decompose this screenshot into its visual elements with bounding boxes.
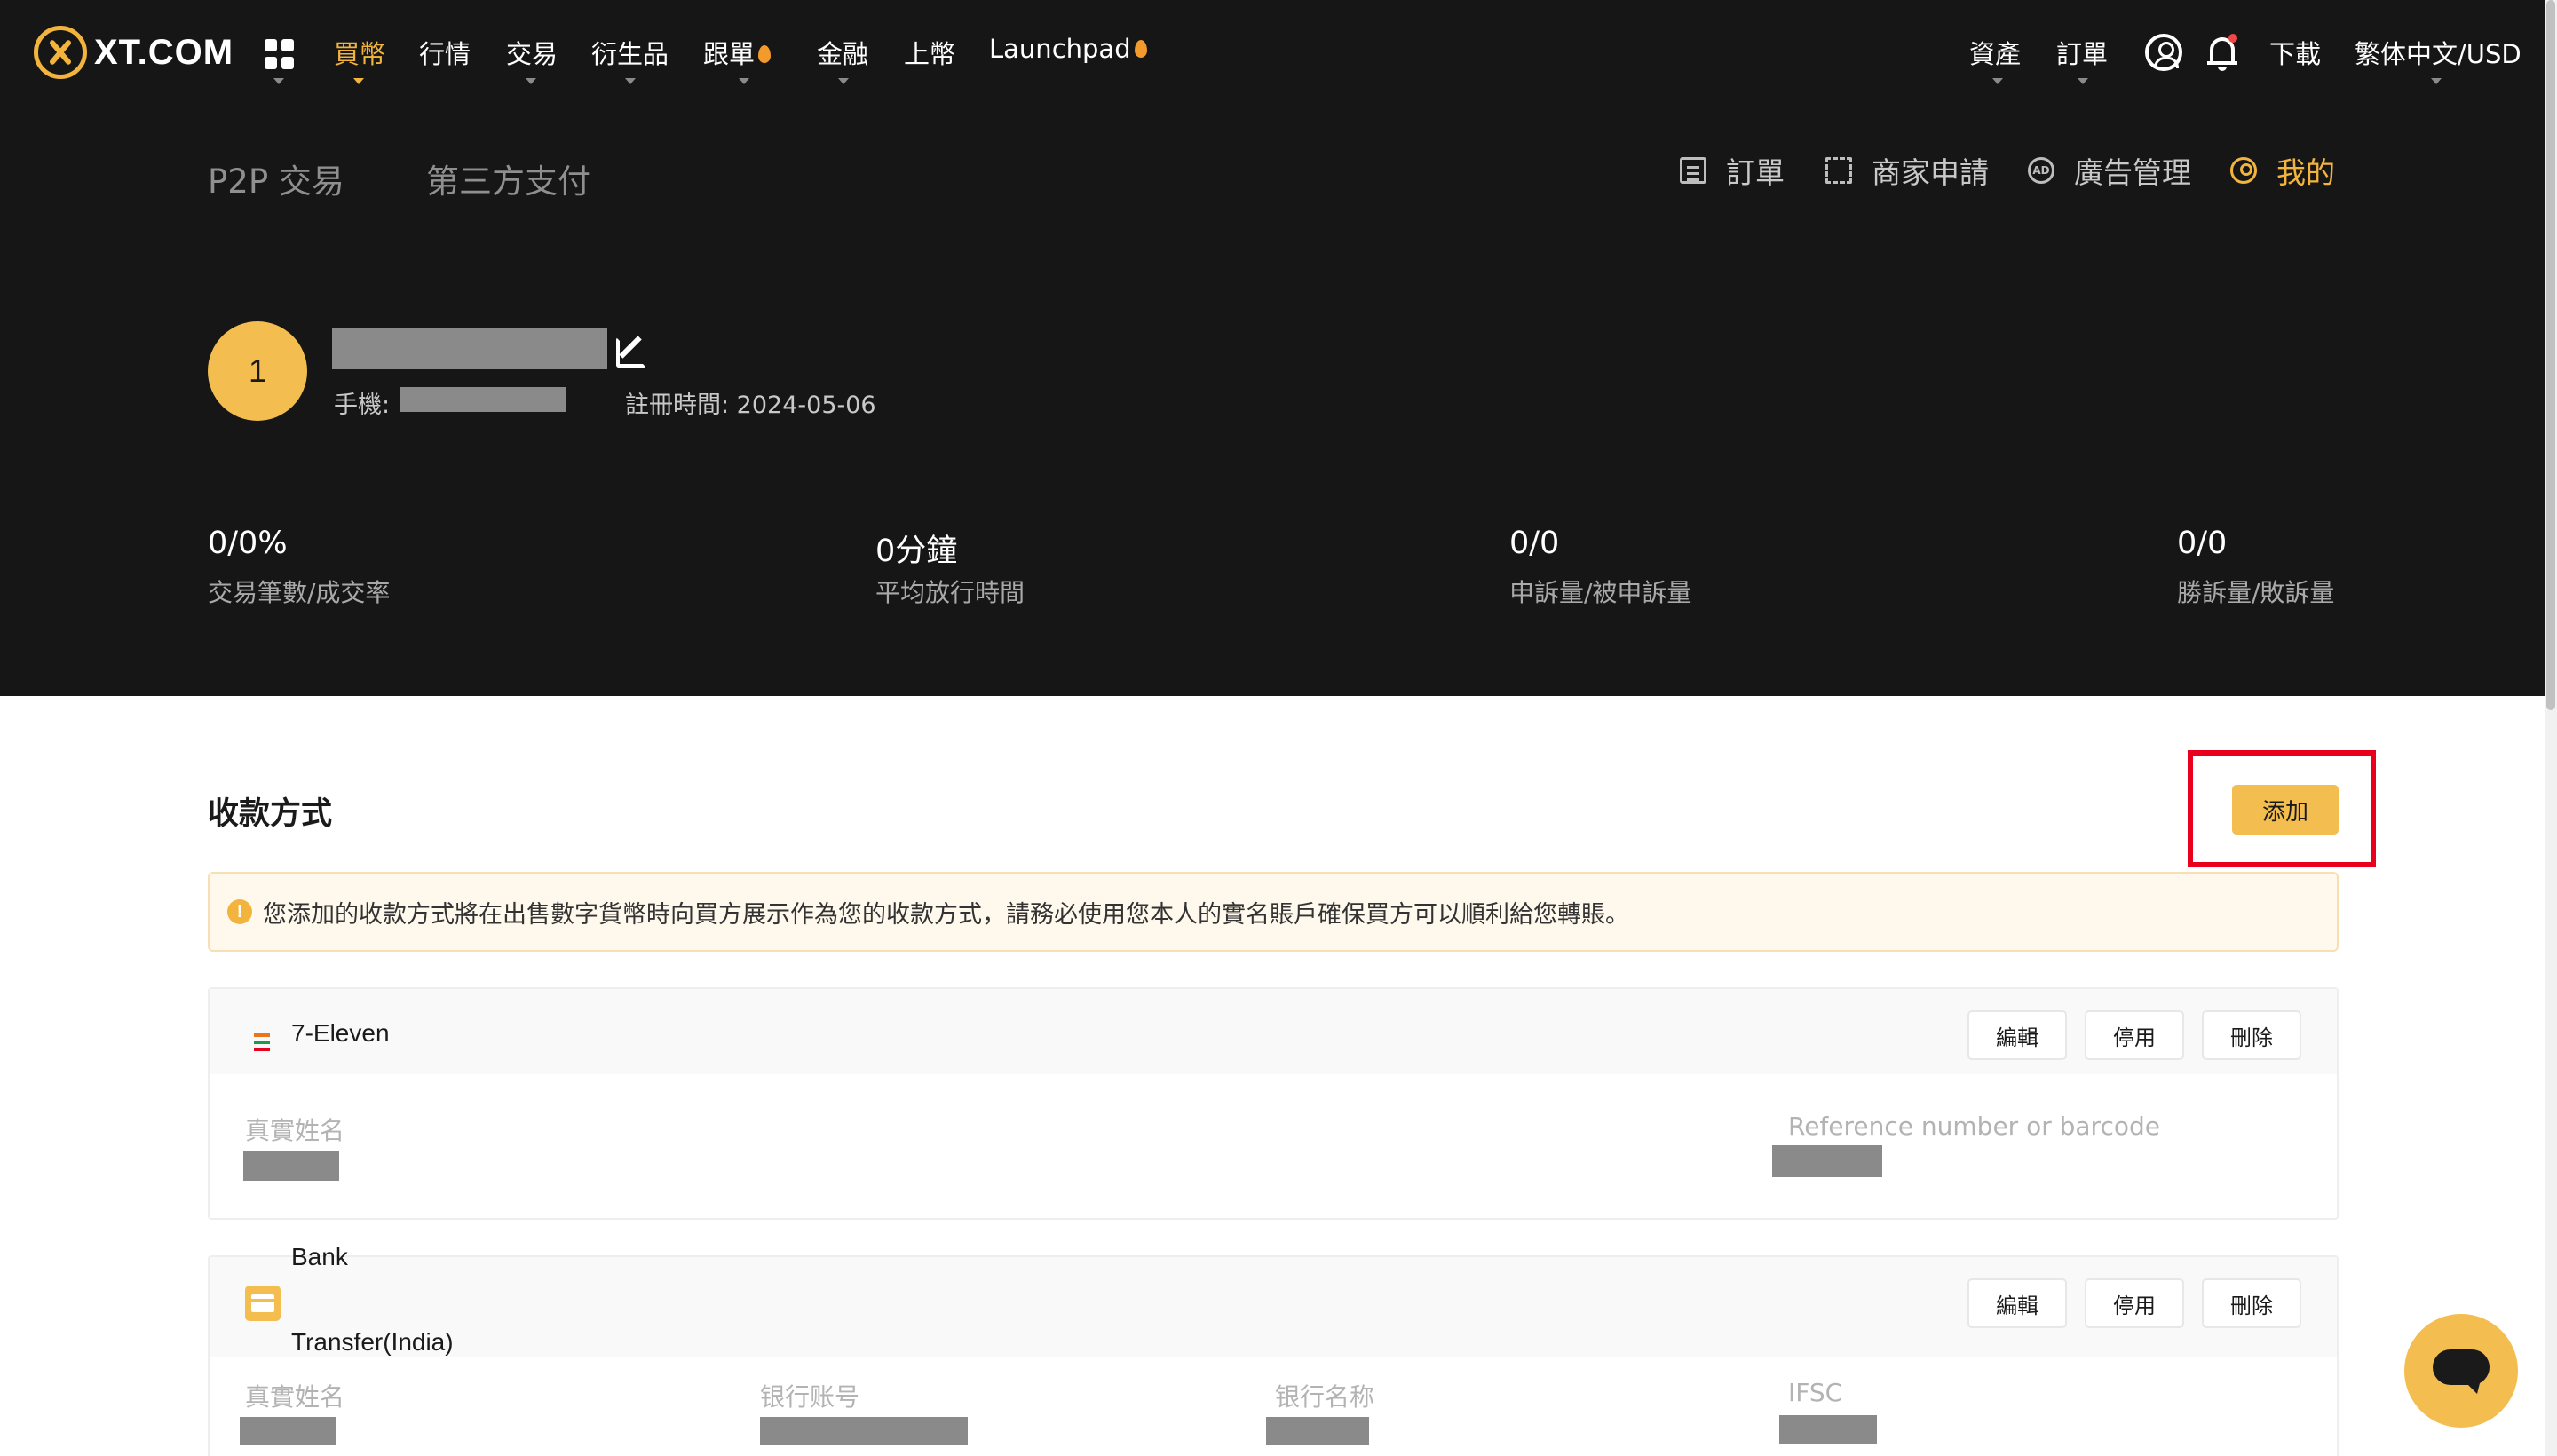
link-mine-label: 我的 [2276,155,2335,190]
avatar: 1 [208,321,307,421]
nav-orders[interactable]: 訂單 [2056,34,2108,71]
nav-launchpad-label: Launchpad [989,34,1131,64]
delete-button[interactable]: 刪除 [2202,1278,2301,1328]
redacted-value [240,1417,336,1445]
stat-release-time-label: 平均放行時間 [875,578,1025,607]
stat-release-time-value: 0分鐘 [875,534,958,569]
ad-icon: AD [2028,157,2054,184]
redacted-value [243,1151,339,1181]
hot-flame-icon [758,45,772,63]
stat-appeals-label: 申訴量/被申訴量 [1509,578,1692,607]
stat-wins-value: 0/0 [2177,526,2228,561]
nav-buy-crypto[interactable]: 買幣 [334,34,385,71]
nav-trade[interactable]: 交易 [506,34,558,71]
p2p-profile-header: P2P 交易 第三方支付 訂單 商家申請 AD 廣告管理 我的 1 手機: 註冊… [0,105,2545,696]
edit-button[interactable]: 編輯 [1967,1010,2067,1060]
nav-assets[interactable]: 資產 [1969,34,2021,71]
stat-trades-label: 交易筆數/成交率 [208,578,391,607]
field-label-reference: Reference number or barcode [1788,1112,2160,1141]
xt-logo[interactable]: XT.COM [34,26,234,79]
hot-flame-icon [1134,40,1147,58]
edit-nickname-icon[interactable] [616,337,646,368]
info-icon: ! [227,899,252,924]
scrollbar-thumb[interactable] [2546,0,2555,710]
link-merchant-apply-label: 商家申請 [1872,155,1989,190]
info-notice: ! 您添加的收款方式將在出售數字貨幣時向買方展示作為您的收款方式，請務必使用您本… [208,872,2339,952]
link-ad-management[interactable]: AD 廣告管理 [2028,149,2191,192]
chat-support-button[interactable] [2404,1314,2518,1428]
orders-icon [1680,157,1706,184]
chevron-down-icon [273,78,284,84]
notification-dot [2228,34,2237,43]
field-label-ifsc: IFSC [1788,1378,1843,1407]
stat-appeals-value: 0/0 [1509,526,1560,561]
section-title: 收款方式 [208,796,333,832]
chevron-down-icon [838,78,849,84]
redacted-nickname [332,328,607,369]
user-account-icon[interactable] [2145,34,2182,71]
tab-third-party-payment[interactable]: 第三方支付 [426,154,590,202]
language-currency-selector[interactable]: 繁体中文/USD [2355,34,2521,71]
delete-button[interactable]: 刪除 [2202,1010,2301,1060]
tab-p2p-trade[interactable]: P2P 交易 [208,154,344,202]
edit-button[interactable]: 編輯 [1967,1278,2067,1328]
redacted-value [1779,1415,1877,1444]
top-navigation-bar: XT.COM 買幣 行情 交易 衍生品 跟單 金融 上幣 Launchpad 資… [0,0,2545,105]
nav-derivatives[interactable]: 衍生品 [591,34,669,71]
chevron-down-icon [1992,78,2003,84]
logo-text: XT.COM [94,32,234,72]
chevron-down-icon [739,78,749,84]
disable-button[interactable]: 停用 [2085,1010,2184,1060]
chevron-down-icon [2078,78,2088,84]
nav-listing[interactable]: 上幣 [904,34,955,71]
method-name-line2: Transfer(India) [291,1328,454,1356]
method-name-line1: Bank [291,1243,348,1270]
nav-copy-trading-label: 跟單 [703,39,756,69]
field-label-bank-name: 银行名称 [1275,1382,1375,1412]
redacted-value [1772,1145,1882,1177]
link-ad-management-label: 廣告管理 [2074,155,2191,190]
field-label-account-number: 银行账号 [760,1382,860,1412]
notice-text: 您添加的收款方式將在出售數字貨幣時向買方展示作為您的收款方式，請務必使用您本人的… [263,900,1629,929]
chevron-down-icon [353,78,364,84]
payment-method-card: 7-Eleven 編輯 停用 刪除 真實姓名 Reference number … [208,987,2339,1220]
link-merchant-apply[interactable]: 商家申請 [1825,149,1989,192]
profile-icon [2230,157,2257,184]
nav-download[interactable]: 下載 [2269,34,2321,71]
payment-method-card: Bank Transfer(India) 編輯 停用 刪除 真實姓名 银行账号 … [208,1243,2339,1456]
phone-label: 手機: [334,392,391,419]
apps-grid-icon[interactable] [265,39,295,69]
seven-eleven-icon [252,1032,272,1053]
bank-card-icon [245,1286,281,1321]
link-mine[interactable]: 我的 [2230,149,2335,192]
nav-launchpad[interactable]: Launchpad [989,34,1147,64]
add-payment-method-button[interactable]: 添加 [2232,785,2339,835]
chevron-down-icon [526,78,536,84]
method-name: 7-Eleven [291,1019,390,1047]
disable-button[interactable]: 停用 [2085,1278,2184,1328]
merchant-icon [1825,157,1852,184]
nav-copy-trading[interactable]: 跟單 [703,34,772,71]
chevron-down-icon [625,78,636,84]
nav-finance[interactable]: 金融 [817,34,868,71]
field-label-real-name: 真實姓名 [245,1116,345,1145]
nav-markets[interactable]: 行情 [419,34,471,71]
link-orders-label: 訂單 [1726,155,1785,190]
stat-wins-label: 勝訴量/敗訴量 [2177,578,2335,607]
redacted-phone [400,387,566,412]
xt-logo-icon [34,26,87,79]
redacted-value [760,1417,968,1445]
register-date: 註冊時間: 2024-05-06 [625,392,876,419]
chevron-down-icon [2431,78,2442,84]
stat-trades-value: 0/0% [208,526,288,561]
redacted-value [1266,1417,1369,1445]
link-orders[interactable]: 訂單 [1680,149,1785,192]
notification-bell-icon[interactable] [2207,34,2237,71]
field-label-real-name: 真實姓名 [245,1382,345,1412]
